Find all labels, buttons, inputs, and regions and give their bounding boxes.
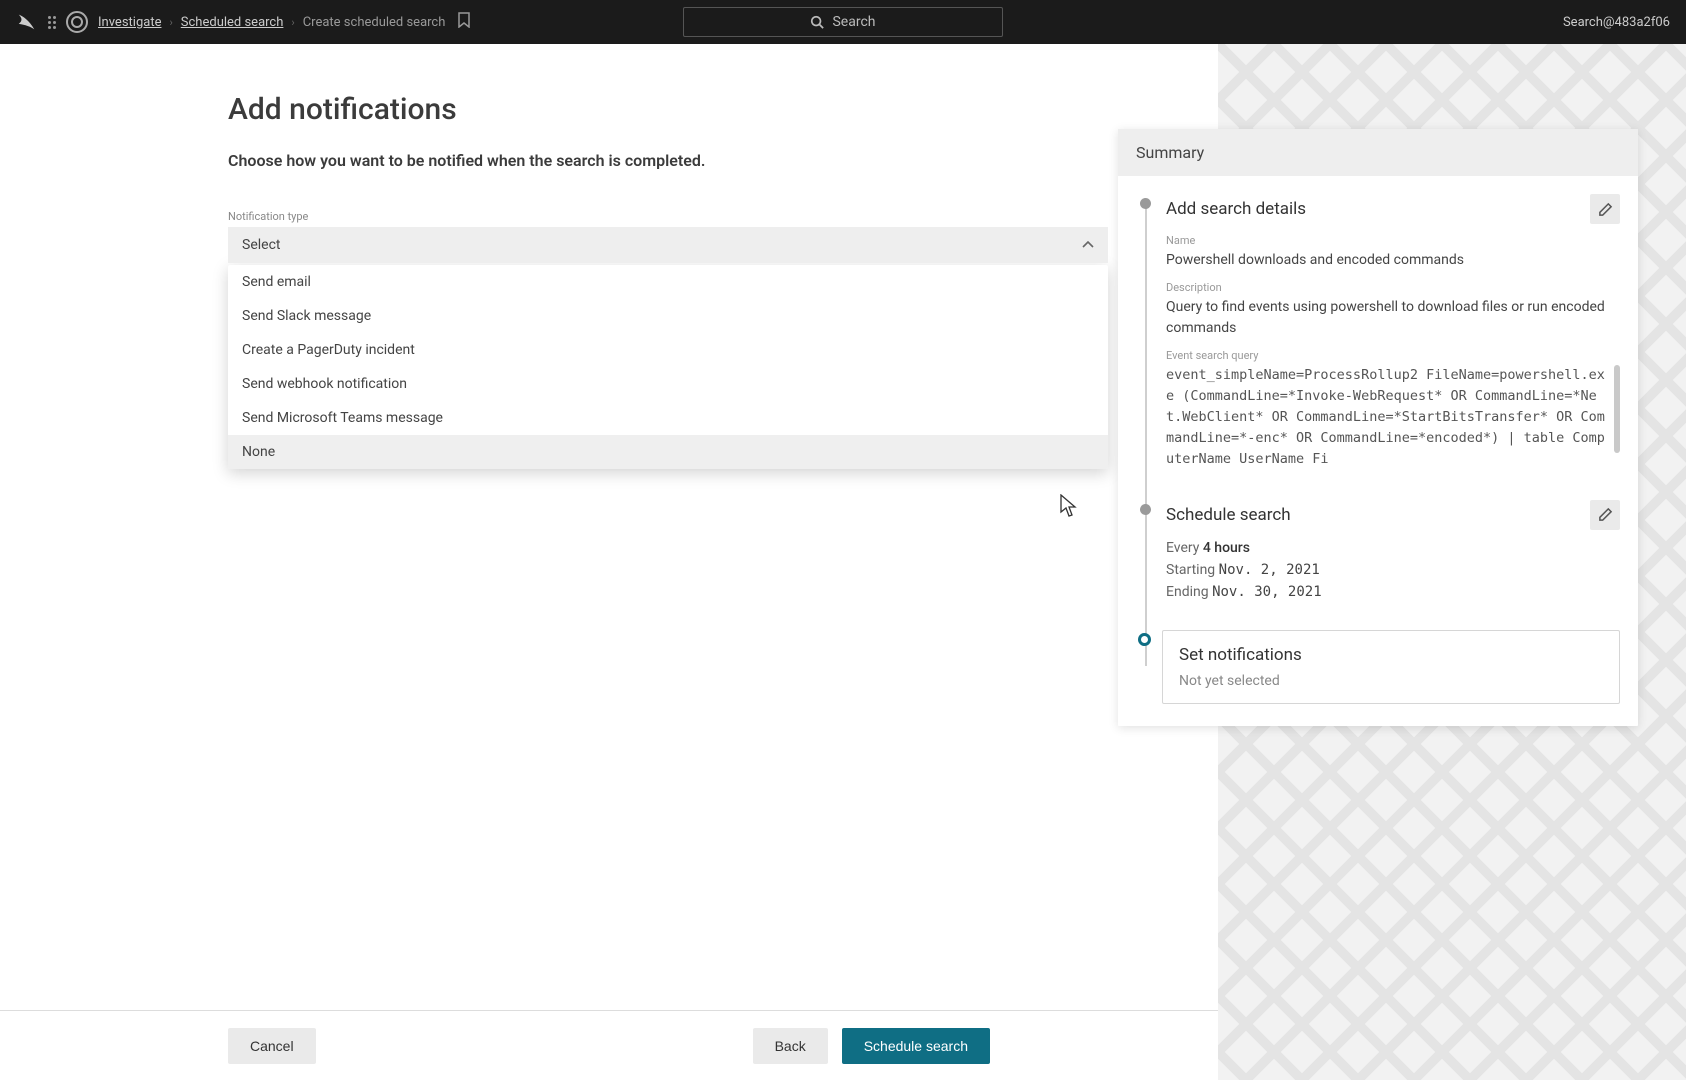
- step-details-title: Add search details: [1166, 199, 1306, 219]
- right-column: Summary Add search details Name Power: [1218, 44, 1686, 1010]
- summary-body: Add search details Name Powershell downl…: [1118, 176, 1638, 726]
- edit-details-button[interactable]: [1590, 194, 1620, 224]
- timeline-dot-active-icon: [1138, 633, 1151, 646]
- dropdown-option-webhook[interactable]: Send webhook notification: [228, 367, 1108, 401]
- schedule-search-button[interactable]: Schedule search: [842, 1028, 990, 1064]
- chevron-right-icon: ›: [169, 16, 172, 29]
- summary-step-schedule: Schedule search Every 4 hours Starting N…: [1166, 500, 1620, 600]
- dropdown-option-send-email[interactable]: Send email: [228, 265, 1108, 299]
- page-subtitle: Choose how you want to be notified when …: [228, 151, 1178, 170]
- details-desc-label: Description: [1166, 281, 1620, 294]
- topbar-left: Investigate › Scheduled search › Create …: [16, 11, 471, 33]
- schedule-end-prefix: Ending: [1166, 584, 1212, 600]
- breadcrumb-mid[interactable]: Scheduled search: [181, 15, 284, 30]
- query-scrollbar[interactable]: [1614, 365, 1620, 453]
- dropdown-option-teams[interactable]: Send Microsoft Teams message: [228, 401, 1108, 435]
- pencil-icon: [1598, 507, 1613, 522]
- main: Add notifications Choose how you want to…: [0, 44, 1686, 1010]
- query-text: event_simpleName=ProcessRollup2 FileName…: [1166, 367, 1605, 467]
- schedule-every-value: 4 hours: [1203, 540, 1250, 556]
- chevron-right-icon: ›: [291, 16, 294, 29]
- details-query-label: Event search query: [1166, 349, 1620, 362]
- schedule-start: Starting Nov. 2, 2021: [1166, 562, 1620, 578]
- pencil-icon: [1598, 202, 1613, 217]
- details-name-label: Name: [1166, 234, 1620, 247]
- notification-type-label: Notification type: [228, 210, 1178, 223]
- back-button[interactable]: Back: [753, 1028, 828, 1064]
- falcon-logo-icon[interactable]: [16, 11, 38, 33]
- global-search-wrap: Search: [683, 7, 1003, 37]
- summary-header: Summary: [1118, 129, 1638, 176]
- notification-type-value: Select: [242, 237, 280, 253]
- topbar: Investigate › Scheduled search › Create …: [0, 0, 1686, 44]
- cancel-button[interactable]: Cancel: [228, 1028, 316, 1064]
- notify-status: Not yet selected: [1179, 673, 1603, 689]
- summary-timeline: Add search details Name Powershell downl…: [1136, 194, 1620, 704]
- schedule-end: Ending Nov. 30, 2021: [1166, 584, 1620, 600]
- timeline-dot-icon: [1140, 198, 1151, 209]
- drag-handle-icon[interactable]: [48, 16, 56, 29]
- details-desc-value: Query to find events using powershell to…: [1166, 297, 1620, 339]
- dropdown-option-pagerduty[interactable]: Create a PagerDuty incident: [228, 333, 1108, 367]
- account-label[interactable]: Search@483a2f06: [1563, 15, 1670, 30]
- schedule-end-value: Nov. 30, 2021: [1212, 584, 1322, 600]
- schedule-every: Every 4 hours: [1166, 540, 1620, 556]
- page-title: Add notifications: [228, 92, 1178, 127]
- content-area: Add notifications Choose how you want to…: [0, 44, 1218, 1010]
- dropdown-option-none[interactable]: None: [228, 435, 1108, 469]
- schedule-every-prefix: Every: [1166, 540, 1203, 556]
- notify-card: Set notifications Not yet selected: [1162, 630, 1620, 704]
- notification-type-dropdown: Send email Send Slack message Create a P…: [228, 265, 1108, 469]
- global-search-input[interactable]: Search: [683, 7, 1003, 37]
- bookmark-icon[interactable]: [457, 12, 471, 32]
- summary-step-notify: Set notifications Not yet selected: [1166, 630, 1620, 704]
- schedule-start-prefix: Starting: [1166, 562, 1219, 578]
- summary-step-details: Add search details Name Powershell downl…: [1166, 194, 1620, 470]
- timeline-dot-icon: [1140, 504, 1151, 515]
- footer-bar: Cancel Back Schedule search: [0, 1010, 1218, 1080]
- edit-schedule-button[interactable]: [1590, 500, 1620, 530]
- step-schedule-title: Schedule search: [1166, 505, 1291, 525]
- notification-type-select[interactable]: Select: [228, 227, 1108, 263]
- global-search-placeholder: Search: [832, 14, 875, 30]
- summary-panel: Summary Add search details Name Power: [1118, 129, 1638, 726]
- search-icon: [810, 15, 824, 29]
- cursor-icon: [1060, 494, 1078, 518]
- breadcrumb-root[interactable]: Investigate: [98, 15, 161, 30]
- dropdown-option-send-slack[interactable]: Send Slack message: [228, 299, 1108, 333]
- breadcrumb: Investigate › Scheduled search › Create …: [98, 12, 471, 32]
- step-notify-title: Set notifications: [1179, 645, 1603, 665]
- target-icon[interactable]: [66, 11, 88, 33]
- breadcrumb-current: Create scheduled search: [303, 15, 446, 30]
- schedule-start-value: Nov. 2, 2021: [1219, 562, 1320, 578]
- details-name-value: Powershell downloads and encoded command…: [1166, 250, 1620, 271]
- chevron-up-icon: [1082, 238, 1094, 252]
- details-query-value[interactable]: event_simpleName=ProcessRollup2 FileName…: [1166, 365, 1620, 470]
